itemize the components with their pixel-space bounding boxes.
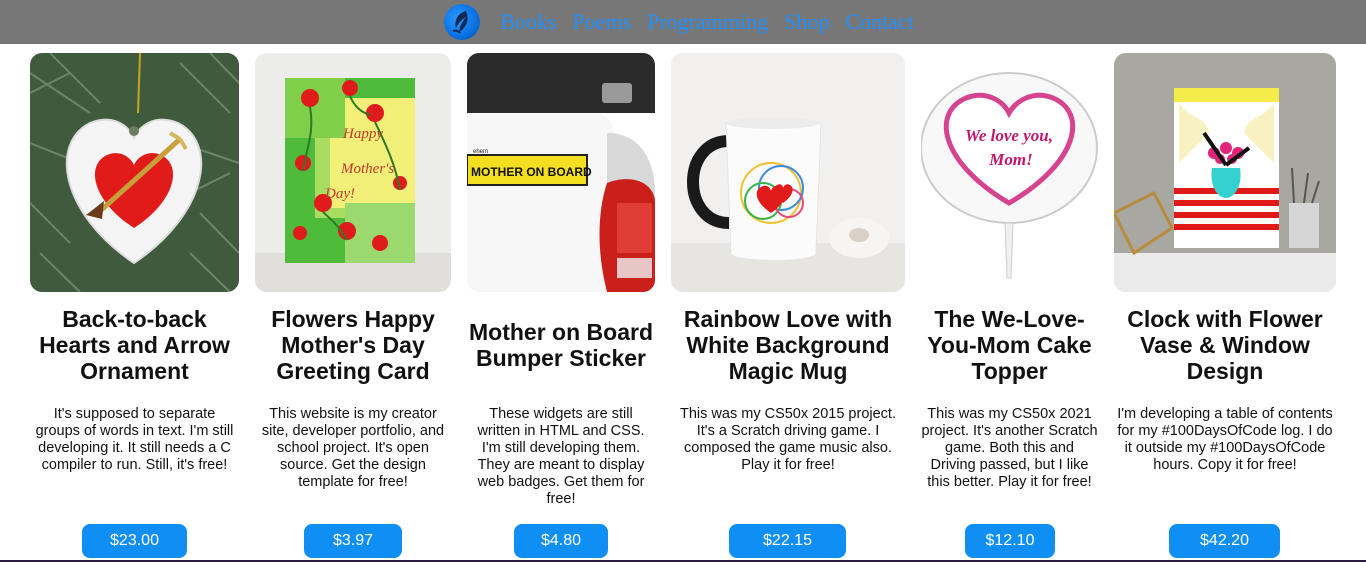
product-title: Rainbow Love with White Background Magic… (683, 306, 893, 384)
product-card: Clock with Flower Vase & Window Design I… (1114, 53, 1336, 558)
product-title: Flowers Happy Mother's Day Greeting Card (271, 306, 435, 384)
product-card: We love you, Mom! The We-Love-You-Mom Ca… (921, 53, 1098, 558)
product-image[interactable]: ehem MOTHER ON BOARD (467, 53, 655, 292)
product-title: Back-to-back Hearts and Arrow Ornament (39, 306, 230, 384)
product-description: It's supposed to separate groups of word… (35, 406, 234, 473)
svg-text:Mother's: Mother's (340, 161, 394, 177)
product-card: Happy Mother's Day! Flowers Happy Mother… (255, 53, 451, 558)
price-button[interactable]: $42.20 (1169, 524, 1280, 558)
product-title: The We-Love-You-Mom Cake Topper (927, 306, 1092, 384)
product-description: These widgets are still written in HTML … (477, 406, 645, 507)
product-image[interactable]: We love you, Mom! (921, 53, 1098, 292)
product-description: This was my CS50x 2021 project. It's ano… (921, 406, 1098, 490)
nav-link-poems[interactable]: Poems (572, 0, 631, 44)
price-button[interactable]: $12.10 (965, 524, 1055, 558)
svg-text:Day!: Day! (324, 186, 355, 202)
nav-link-shop[interactable]: Shop (784, 0, 829, 44)
svg-text:Happy: Happy (342, 126, 383, 142)
product-card: Rainbow Love with White Background Magic… (671, 53, 905, 558)
price-button[interactable]: $22.15 (729, 524, 846, 558)
product-image[interactable] (1114, 53, 1336, 292)
nav-link-contact[interactable]: Contact (845, 0, 913, 44)
product-image[interactable] (671, 53, 905, 292)
svg-text:ehem: ehem (473, 149, 488, 155)
nav-link-programming[interactable]: Programming (647, 0, 768, 44)
product-card: Back-to-back Hearts and Arrow Ornament I… (30, 53, 239, 558)
product-title: Clock with Flower Vase & Window Design (1127, 306, 1323, 384)
quill-logo-icon[interactable] (444, 4, 481, 40)
price-button[interactable]: $23.00 (82, 524, 187, 558)
top-navigation: Books Poems Programming Shop Contact (0, 0, 1366, 44)
product-description: I'm developing a table of contents for m… (1117, 406, 1333, 473)
product-title: Mother on Board Bumper Sticker (469, 319, 653, 371)
product-card: ehem MOTHER ON BOARD Mother on Board Bum… (467, 53, 655, 558)
price-button[interactable]: $4.80 (514, 524, 608, 558)
product-image[interactable] (30, 53, 239, 292)
product-description: This was my CS50x 2015 project. It's a S… (680, 406, 896, 473)
svg-text:Mom!: Mom! (988, 150, 1032, 169)
nav-link-books[interactable]: Books (500, 0, 556, 44)
price-button[interactable]: $3.97 (304, 524, 402, 558)
product-description: This website is my creator site, develop… (261, 406, 445, 490)
svg-text:We love you,: We love you, (965, 126, 1053, 145)
product-image[interactable]: Happy Mother's Day! (255, 53, 451, 292)
svg-text:MOTHER ON BOARD: MOTHER ON BOARD (471, 165, 592, 179)
